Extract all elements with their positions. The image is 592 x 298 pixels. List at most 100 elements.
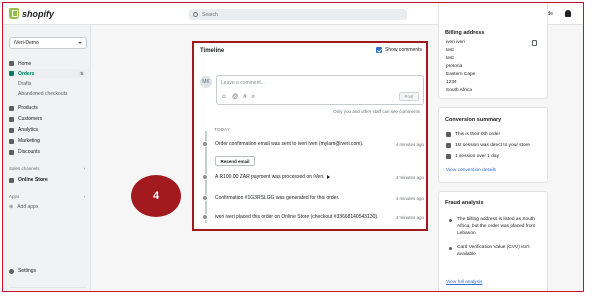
view-conversion-details-link[interactable]: View conversion details: [446, 168, 496, 173]
sidebar-item-online-store[interactable]: Online Store: [9, 176, 89, 184]
sidebar-item-drafts[interactable]: Drafts: [9, 80, 89, 88]
sidebar-item-label: Products: [18, 105, 38, 111]
show-comments-checkbox[interactable]: [376, 47, 383, 53]
sidebar-item-add-apps[interactable]: ⊕ Add apps: [9, 203, 89, 211]
conversion-text: 1 session over 1 day: [455, 154, 499, 159]
timeline-dot: [202, 214, 208, 220]
timeline-title: Timeline: [200, 48, 225, 54]
attachment-icon[interactable]: ⌕: [252, 94, 255, 101]
bullet-icon: [449, 219, 452, 222]
sidebar-item-marketing[interactable]: Marketing: [9, 137, 89, 145]
sales-channels-header[interactable]: Sales channels ›: [9, 166, 85, 171]
discount-icon: [9, 149, 14, 155]
event-text: Order confirmation email was sent to ive…: [215, 141, 364, 147]
sidebar-item-label: Orders: [18, 70, 35, 77]
hashtag-icon[interactable]: #: [243, 94, 246, 101]
apps-header[interactable]: Apps ›: [9, 194, 85, 199]
conversion-row: This is their 0th order: [446, 132, 500, 137]
timeline-event[interactable]: A R100.00 ZAR payment was processed on i…: [202, 174, 424, 180]
order-icon: [446, 132, 451, 137]
search-placeholder: Search: [202, 11, 218, 18]
chevron-right-icon: ›: [83, 194, 86, 199]
store-name: iVeri-Demo: [14, 40, 39, 46]
comment-toolbar: ☺ @ # ⌕: [221, 94, 255, 101]
chevron-down-icon: [78, 42, 82, 44]
event-time: 4 minutes ago: [395, 174, 424, 180]
shopify-logo[interactable]: shopify: [9, 8, 54, 19]
sidebar-item-label: Online Store: [18, 177, 48, 183]
resend-email-button[interactable]: Resend email: [215, 156, 255, 166]
event-time: 4 minutes ago: [395, 141, 424, 147]
address-line: test: [446, 48, 454, 53]
sidebar-item-discounts[interactable]: Discounts: [9, 148, 89, 156]
conversion-text: 1st session was direct to your store: [455, 143, 530, 148]
sidebar-item-analytics[interactable]: Analytics: [9, 126, 89, 134]
address-line: 1234: [446, 80, 457, 85]
sidebar-item-home[interactable]: Home: [9, 59, 89, 68]
sidebar-item-label: Drafts: [18, 81, 32, 87]
store-icon: [9, 177, 14, 183]
sidebar-item-settings[interactable]: Settings: [9, 267, 89, 275]
staff-note: Only you and other staff can see comment…: [333, 109, 420, 114]
brand-name: shopify: [22, 8, 55, 19]
orders-count-badge: 5: [78, 71, 85, 76]
show-comments-toggle[interactable]: Show comments: [376, 47, 422, 53]
sidebar-item-label: Analytics: [18, 127, 39, 133]
event-text: iveri iveri placed this order on Online …: [215, 214, 379, 220]
day-label: TODAY: [214, 127, 231, 132]
billing-address-card: Billing address iveri iveri test test pr…: [438, 3, 548, 99]
fraud-row: The billing address is listed as South A…: [449, 216, 537, 237]
sidebar-item-products[interactable]: Products: [9, 104, 89, 112]
sidebar-item-label: Add apps: [17, 204, 39, 210]
copy-icon[interactable]: [532, 40, 537, 46]
post-button[interactable]: Post: [399, 92, 419, 101]
conversion-summary-card: Conversion summary This is their 0th ord…: [438, 107, 548, 183]
event-time: 4 minutes ago: [395, 195, 424, 201]
timeline-dot: [202, 174, 208, 180]
address-line: South Africa: [446, 88, 472, 93]
comment-input[interactable]: Leave a comment...: [221, 80, 265, 86]
address-line: iveri iveri: [446, 40, 465, 45]
sidebar: iVeri-Demo Home Orders 5 Drafts Abandone…: [3, 25, 91, 291]
plus-icon: ⊕: [9, 204, 14, 210]
orders-icon: [9, 71, 14, 76]
show-comments-label: Show comments: [385, 47, 422, 53]
store-selector[interactable]: iVeri-Demo: [9, 37, 87, 49]
session-icon: [446, 143, 451, 148]
sales-channels-label: Sales channels: [9, 166, 40, 171]
event-text: Confirmation #1G3RSLGG was generated for…: [215, 195, 340, 201]
home-icon: [9, 61, 14, 66]
fraud-text: The billing address is listed as South A…: [457, 217, 536, 236]
mention-icon[interactable]: @: [232, 94, 238, 101]
app-window: shopify Search Setup guide iVeri-Demo Ho…: [2, 2, 584, 292]
sidebar-divider: [9, 287, 87, 288]
bar-chart-icon: [9, 127, 14, 133]
chevron-right-icon: ›: [83, 166, 86, 171]
bullet-icon: [449, 247, 452, 250]
view-full-analysis-link[interactable]: View full analysis: [446, 280, 482, 285]
timeline-card: Timeline Show comments MK Leave a commen…: [192, 41, 428, 231]
timeline-event: iveri iveri placed this order on Online …: [202, 214, 424, 220]
avatar: MK: [200, 76, 212, 88]
sidebar-item-label: Abandoned checkouts: [18, 91, 68, 97]
sidebar-item-label: Marketing: [18, 138, 40, 144]
fraud-title: Fraud analysis: [445, 200, 484, 206]
timeline-dot: [202, 141, 208, 147]
bell-icon[interactable]: [565, 10, 571, 17]
expand-triangle-icon[interactable]: [326, 174, 330, 179]
apps-label: Apps: [9, 194, 20, 199]
fraud-analysis-card: Fraud analysis The billing address is li…: [438, 191, 548, 291]
event-time: 4 minutes ago: [395, 214, 424, 220]
sidebar-item-orders[interactable]: Orders 5: [9, 69, 89, 78]
timeline-event: Order confirmation email was sent to ive…: [202, 141, 424, 147]
sidebar-item-abandoned-checkouts[interactable]: Abandoned checkouts: [9, 90, 89, 98]
sidebar-item-label: Customers: [18, 116, 43, 122]
comment-box[interactable]: Leave a comment... ☺ @ # ⌕ Post: [216, 75, 424, 105]
tag-icon: [9, 105, 14, 111]
search-input[interactable]: Search: [189, 9, 407, 20]
emoji-icon[interactable]: ☺: [221, 94, 227, 101]
conversion-text: This is their 0th order: [455, 132, 501, 137]
timeline-dot: [202, 195, 208, 201]
sidebar-item-customers[interactable]: Customers: [9, 115, 89, 123]
sidebar-item-label: Home: [18, 60, 32, 67]
